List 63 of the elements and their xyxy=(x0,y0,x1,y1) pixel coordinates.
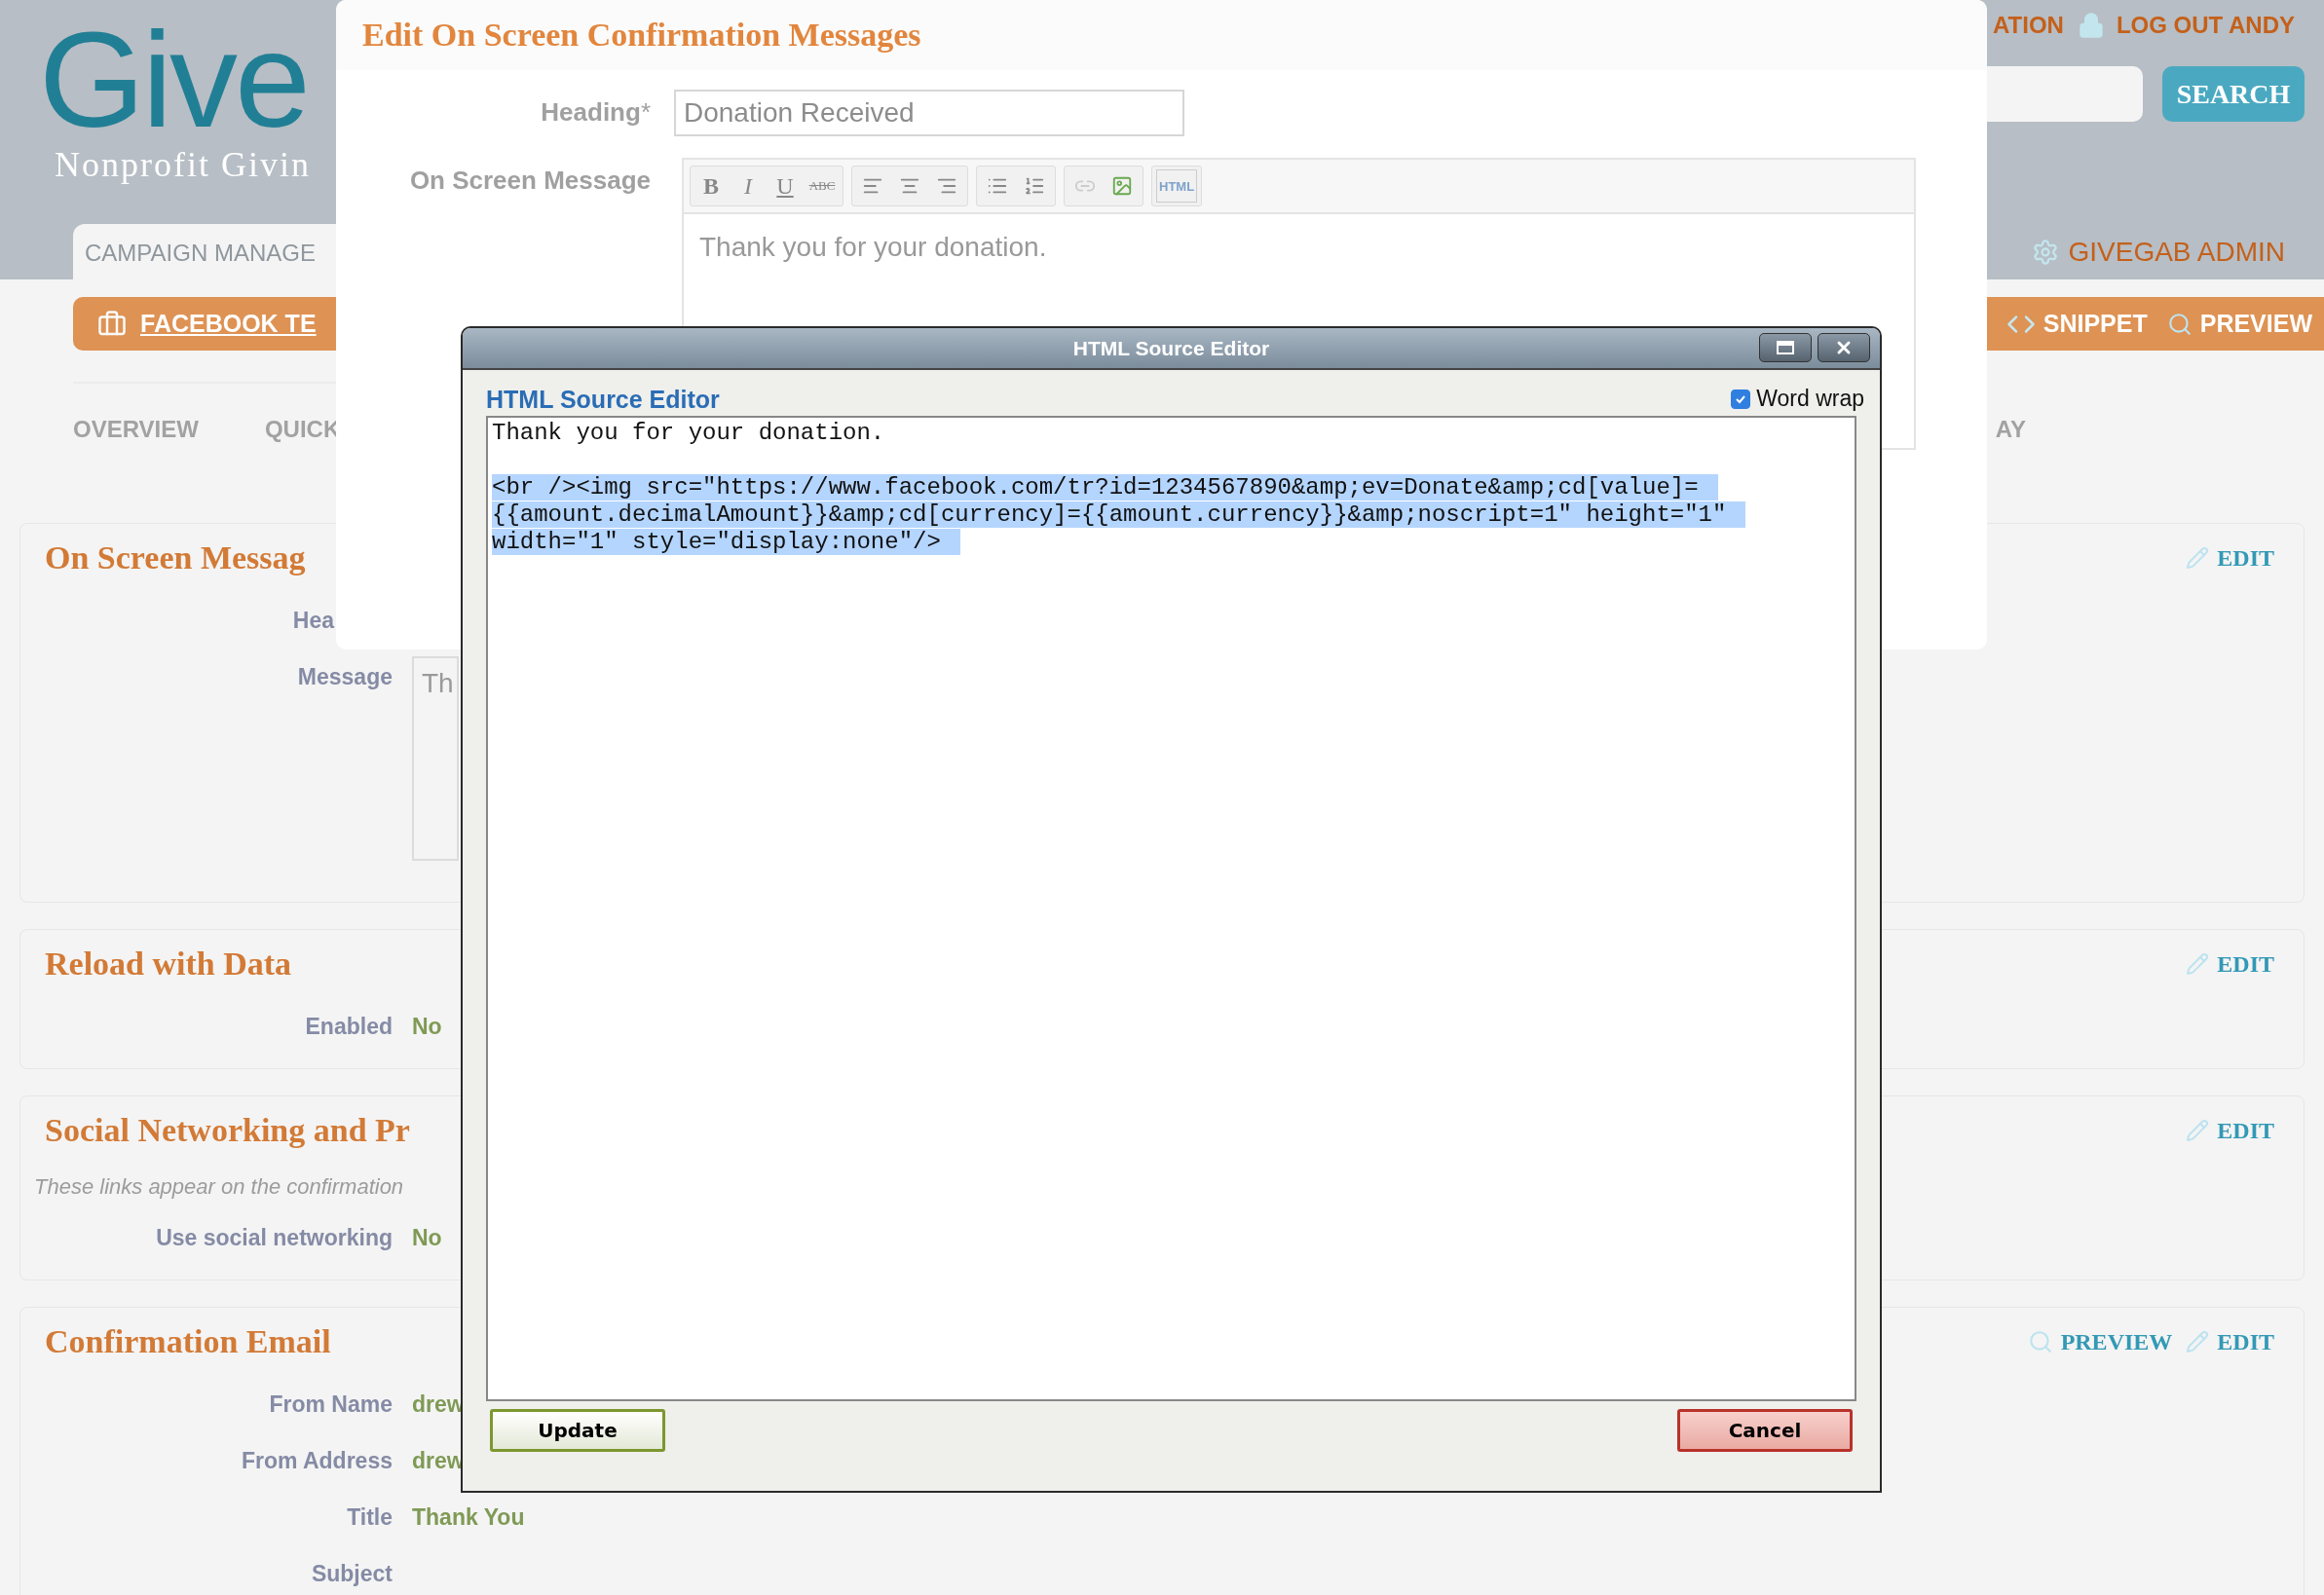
top-link[interactable]: ATION xyxy=(1993,12,2064,39)
section-note: These links appear on the confirmation xyxy=(33,1173,405,1201)
editor-text: Thank you for your donation. xyxy=(698,231,1048,264)
pencil-icon xyxy=(2186,546,2210,570)
preview-link[interactable]: PREVIEW xyxy=(2199,310,2312,338)
message-field: Th xyxy=(412,656,459,861)
field-label: Subject xyxy=(310,1560,393,1587)
field-value: Thank You xyxy=(412,1503,526,1531)
window-title: HTML Source Editor xyxy=(1072,336,1270,360)
pencil-icon xyxy=(2186,1119,2210,1142)
logo-tagline: Nonprofit Givin xyxy=(55,144,312,185)
gear-icon xyxy=(2031,239,2059,266)
nav-tab[interactable]: AY xyxy=(1995,416,2026,443)
edit-link[interactable]: EDIT xyxy=(2217,544,2274,572)
edit-link[interactable]: EDIT xyxy=(2217,1117,2274,1144)
heading-input[interactable]: Donation Received xyxy=(674,90,1184,136)
section-title: Confirmation Email xyxy=(45,1323,331,1360)
close-button[interactable] xyxy=(1818,333,1870,362)
field-label: Title xyxy=(346,1503,393,1531)
cancel-button[interactable]: Cancel xyxy=(1677,1409,1853,1452)
message-label: On Screen Message xyxy=(408,165,651,196)
nav-tab[interactable]: OVERVIEW xyxy=(73,416,199,443)
pencil-icon xyxy=(2186,952,2210,976)
edit-link[interactable]: EDIT xyxy=(2217,1328,2274,1355)
field-label: Hea xyxy=(291,607,336,634)
logout-link[interactable]: LOG OUT ANDY xyxy=(2116,12,2295,39)
heading-label: Heading* xyxy=(540,96,651,128)
field-label: Enabled xyxy=(304,1013,393,1040)
section-title: On Screen Messag xyxy=(45,539,306,576)
source-line: Thank you for your donation. xyxy=(492,420,885,446)
word-wrap-label: Word wrap xyxy=(1756,386,1864,412)
source-textarea[interactable] xyxy=(486,416,1856,1401)
search-field[interactable] xyxy=(1987,66,2143,122)
dialog-title: Edit On Screen Confirmation Messages xyxy=(336,0,1987,70)
section-title: Reload with Data xyxy=(45,946,292,983)
maximize-icon xyxy=(1777,341,1794,354)
field-value: No xyxy=(412,1224,443,1251)
update-button[interactable]: Update xyxy=(490,1409,665,1452)
field-label: From Name xyxy=(268,1391,393,1418)
pencil-icon xyxy=(2186,1330,2210,1354)
italic-button[interactable]: I xyxy=(731,169,765,203)
field-label: Use social networking xyxy=(155,1224,393,1251)
maximize-button[interactable] xyxy=(1759,333,1812,362)
preview-link[interactable]: PREVIEW xyxy=(2060,1328,2173,1355)
strike-button[interactable]: ABC xyxy=(806,169,839,203)
lock-icon xyxy=(2077,12,2105,39)
field-label: From Address xyxy=(240,1447,393,1474)
field-value: No xyxy=(412,1013,443,1040)
underline-button[interactable]: U xyxy=(768,169,802,203)
search-icon xyxy=(2027,1329,2053,1354)
field-label: Message xyxy=(296,663,393,690)
editor-heading: HTML Source Editor xyxy=(486,386,720,415)
admin-link[interactable]: GIVEGAB ADMIN xyxy=(2068,237,2285,268)
search-button[interactable]: SEARCH xyxy=(2162,66,2305,122)
snippet-link[interactable]: SNIPPET xyxy=(2043,310,2148,338)
search-icon xyxy=(2166,311,2193,337)
nav-tab[interactable]: QUICK xyxy=(264,416,341,443)
campaign-title-link[interactable]: FACEBOOK TE xyxy=(140,310,317,338)
html-button[interactable]: HTML xyxy=(1156,169,1198,203)
edit-link[interactable]: EDIT xyxy=(2217,950,2274,978)
word-wrap-checkbox[interactable] xyxy=(1731,389,1751,409)
bold-button[interactable]: B xyxy=(694,169,728,203)
section-title: Social Networking and Pr xyxy=(45,1112,410,1149)
